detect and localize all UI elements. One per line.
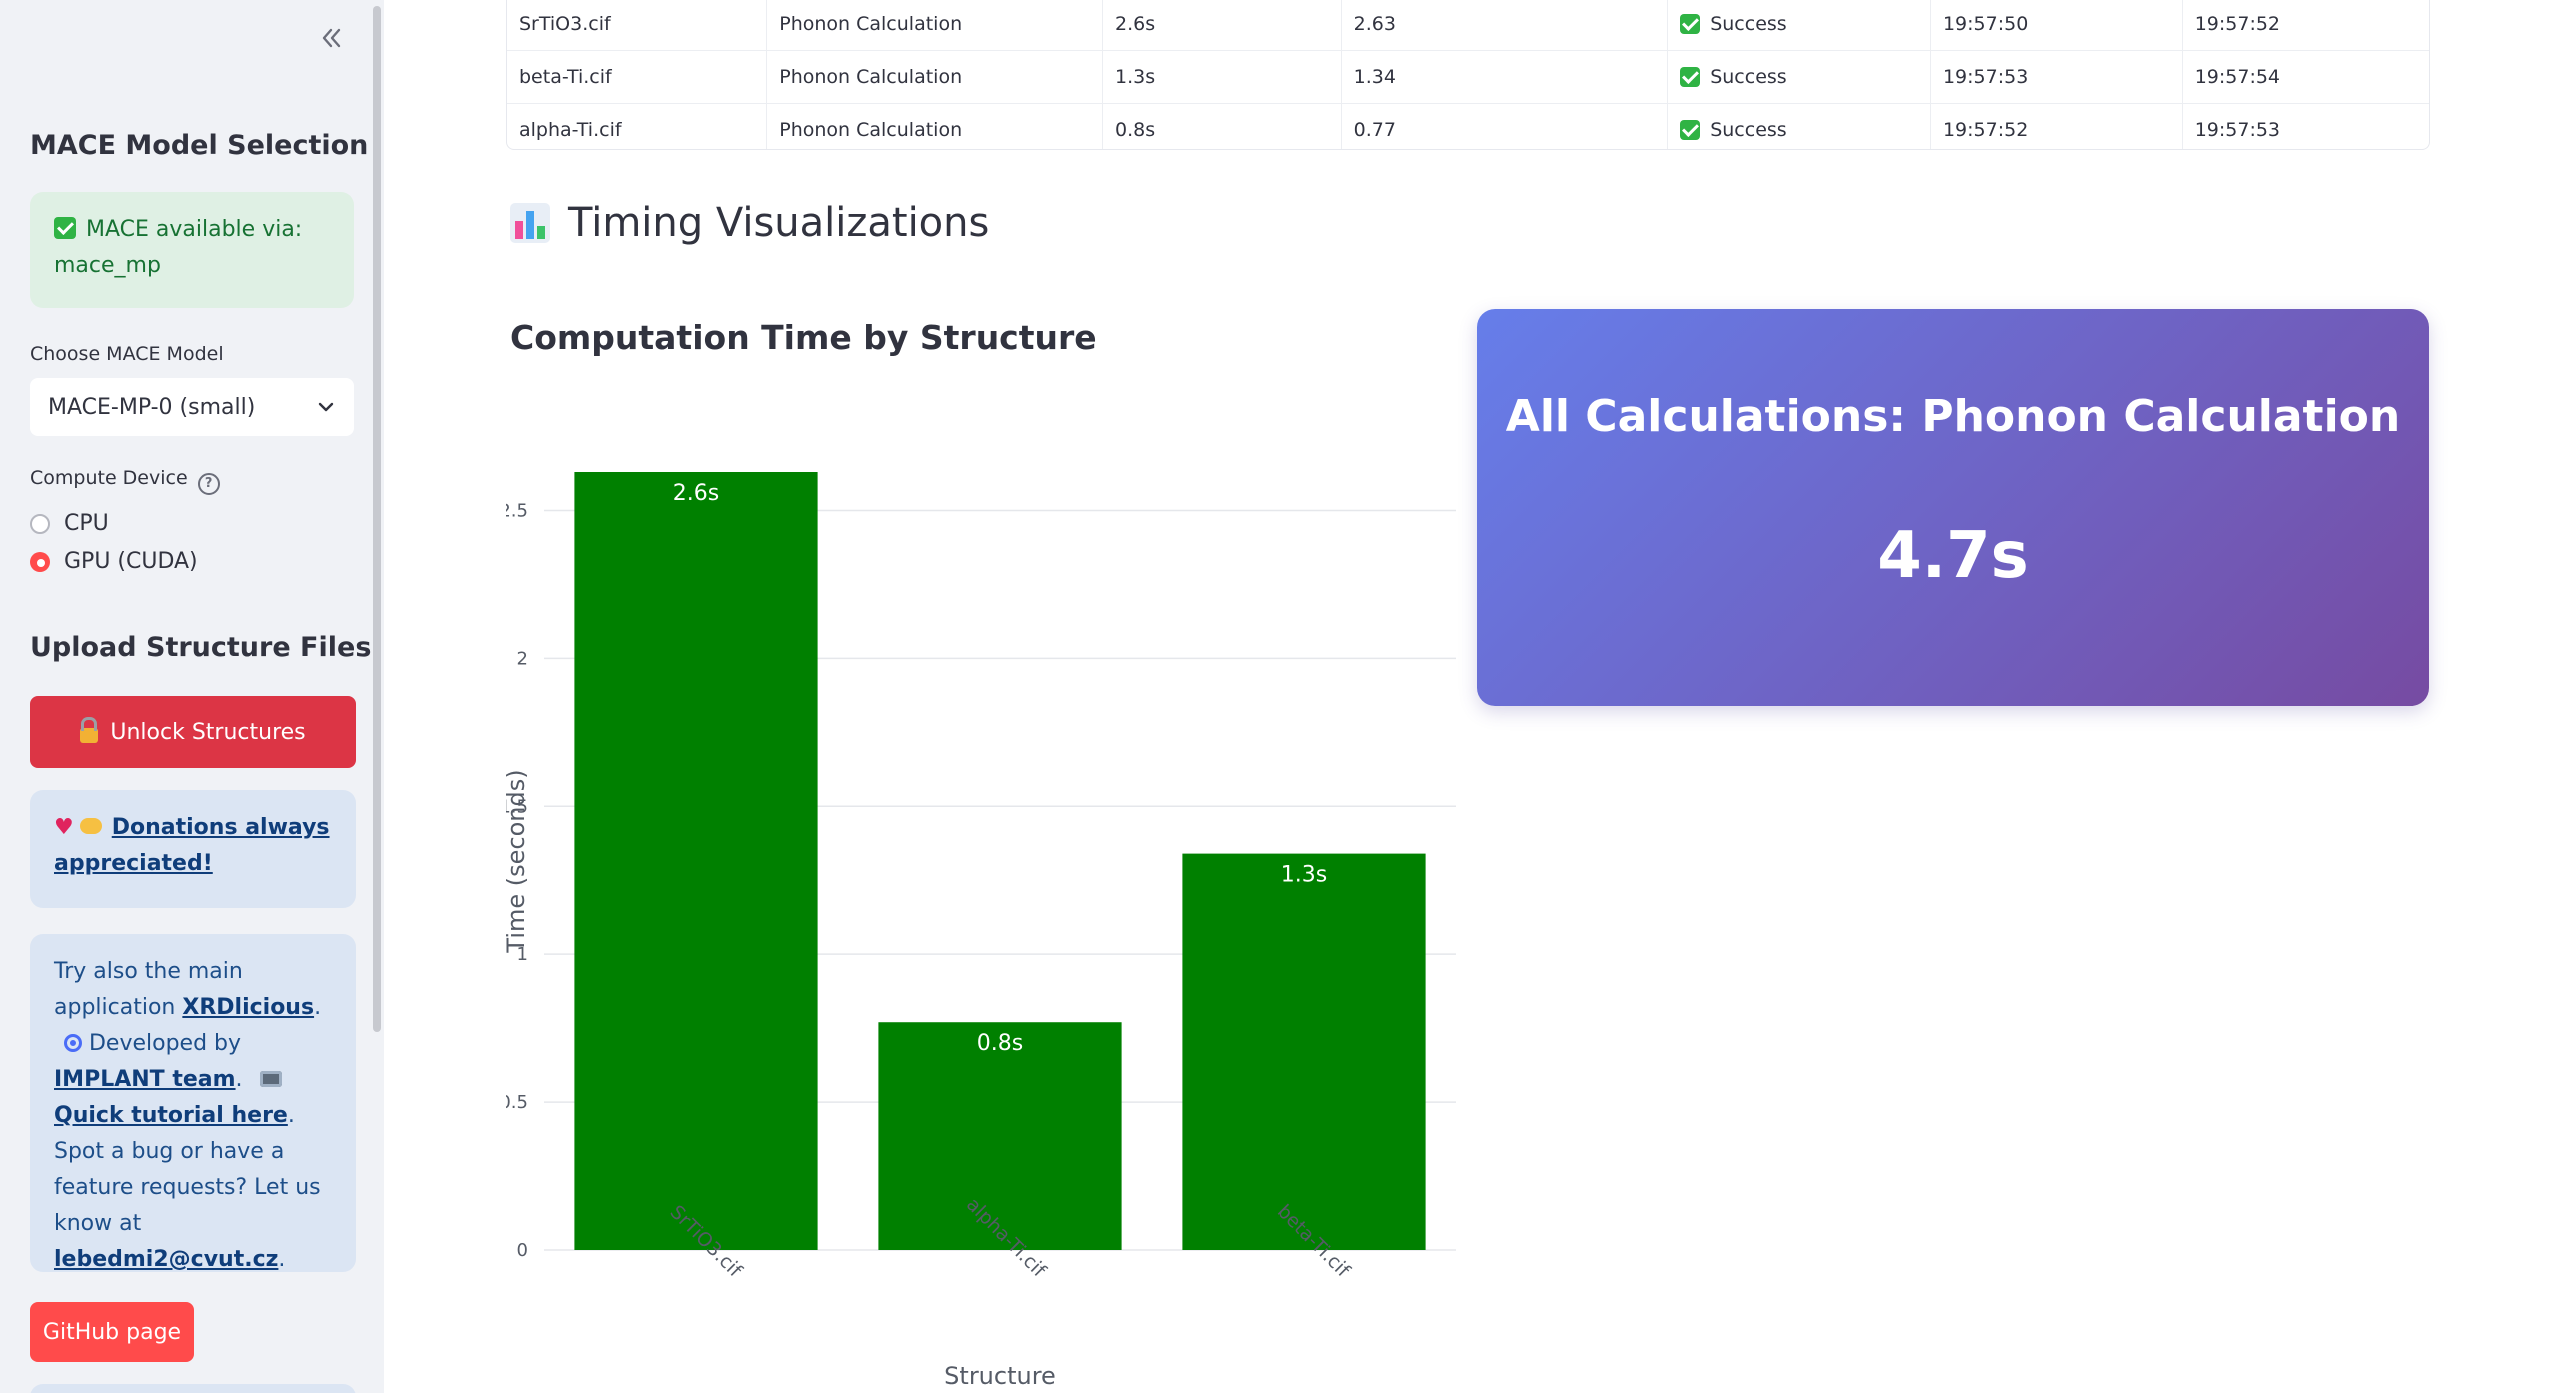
- y-tick-label: 0: [517, 1240, 528, 1261]
- table-cell[interactable]: 19:57:53: [1930, 50, 2183, 104]
- table-cell[interactable]: Success: [1667, 103, 1931, 149]
- model-select-value: MACE-MP-0 (small): [48, 394, 256, 420]
- alert-text-line1: MACE available via:: [86, 217, 303, 242]
- model-selection-heading: MACE Model Selection: [30, 130, 369, 161]
- radio-circle-gpu-selected[interactable]: [30, 551, 50, 572]
- info-text-6: .: [278, 1247, 286, 1272]
- table-row: SrTiO3.cif Phonon Calculation 2.6s 2.63 Succ…: [507, 0, 2429, 51]
- alert-text-line2: mace_mp: [54, 253, 161, 278]
- table-cell[interactable]: 19:57:53: [2182, 104, 2429, 150]
- radio-gpu[interactable]: GPU (CUDA): [30, 549, 198, 574]
- donations-box: ♥ Donations always appreciated!: [30, 790, 356, 908]
- table-cell[interactable]: 19:57:52: [1930, 103, 2183, 149]
- check-icon: [54, 217, 76, 239]
- xrdlicious-link[interactable]: XRDlicious: [182, 995, 314, 1020]
- check-icon: [1680, 14, 1701, 34]
- chart-title: Computation Time by Structure: [510, 318, 1097, 357]
- sidebar: MACE Model Selection MACE available via:…: [0, 0, 384, 1393]
- table-cell[interactable]: SrTiO3.cif: [507, 0, 768, 51]
- results-table-grid: SrTiO3.cif Phonon Calculation 2.6s 2.63 Succ…: [507, 0, 2429, 150]
- y-tick-label: 0.5: [506, 1092, 528, 1113]
- table-cell[interactable]: Success: [1667, 50, 1931, 104]
- table-cell[interactable]: 1.34: [1341, 50, 1669, 104]
- results-table: SrTiO3.cif Phonon Calculation 2.6s 2.63 Succ…: [506, 0, 2430, 150]
- help-icon[interactable]: ?: [197, 473, 220, 495]
- y-tick-label: 2: [517, 648, 528, 669]
- heart-icon: ♥: [54, 815, 74, 840]
- bar-data-label: 1.3s: [1281, 863, 1327, 888]
- timing-visualizations-title: Timing Visualizations: [568, 200, 990, 246]
- status-badge: Success: [1680, 0, 1930, 50]
- summary-card-title: All Calculations: Phonon Calculation: [1505, 391, 2401, 442]
- table-cell[interactable]: 2.63: [1341, 0, 1669, 51]
- radio-circle-cpu[interactable]: [30, 513, 50, 534]
- timing-visualizations-heading: Timing Visualizations: [510, 200, 989, 246]
- unlocked-lock-icon: [80, 716, 99, 743]
- y-axis-title: Time (seconds): [506, 769, 530, 953]
- table-cell[interactable]: alpha-Ti.cif: [507, 103, 768, 149]
- info-text-4: .: [235, 1067, 250, 1092]
- double-chevron-left-icon: [322, 28, 341, 48]
- table-cell[interactable]: 19:57:50: [1930, 0, 2183, 51]
- summary-card: All Calculations: Phonon Calculation 4.7…: [1477, 309, 2429, 706]
- info-text-3: Developed by: [82, 1031, 242, 1056]
- unlock-button-label: Unlock Structures: [110, 719, 306, 745]
- compute-device-label-text: Compute Device: [30, 467, 188, 489]
- tutorial-link[interactable]: Quick tutorial here: [54, 1103, 288, 1128]
- model-select[interactable]: MACE-MP-0 (small): [30, 378, 354, 436]
- compute-device-label: Compute Device?: [30, 467, 220, 495]
- bar: [574, 472, 818, 1250]
- table-row: beta-Ti.cif Phonon Calculation 1.3s 1.34 Suc…: [507, 50, 2429, 104]
- y-tick-label: 2.5: [506, 500, 528, 521]
- table-cell[interactable]: beta-Ti.cif: [507, 50, 768, 104]
- check-icon: [1680, 67, 1701, 87]
- table-cell[interactable]: Phonon Calculation: [766, 0, 1103, 51]
- radio-label-cpu: CPU: [64, 511, 109, 536]
- table-cell[interactable]: Phonon Calculation: [766, 50, 1103, 104]
- email-link[interactable]: lebedmi2@cvut.cz: [54, 1247, 278, 1272]
- table-row: alpha-Ti.cif Phonon Calculation 0.8s 0.77 Su…: [507, 103, 2429, 150]
- status-badge: Success: [1680, 104, 1930, 149]
- bar-chart-icon: [510, 203, 550, 243]
- status-text: Success: [1710, 13, 1787, 35]
- status-text: Success: [1710, 66, 1787, 88]
- github-button[interactable]: GitHub page: [30, 1302, 194, 1362]
- info-box: Try also the main application XRDlicious…: [30, 934, 356, 1272]
- collapse-sidebar-button[interactable]: [313, 20, 349, 56]
- table-cell[interactable]: 2.6s: [1102, 0, 1342, 51]
- summary-card-value: 4.7s: [1877, 519, 2029, 593]
- table-cell[interactable]: Phonon Calculation: [766, 103, 1103, 149]
- tv-icon: [259, 1071, 282, 1087]
- sidebar-next-box: [30, 1384, 356, 1393]
- bar-data-label: 0.8s: [977, 1031, 1023, 1056]
- table-cell[interactable]: 19:57:52: [2182, 0, 2429, 51]
- check-icon: [1680, 120, 1701, 140]
- mace-available-alert: MACE available via: mace_mp: [30, 192, 354, 308]
- upload-heading: Upload Structure Files: [30, 632, 372, 663]
- bar: [1182, 853, 1426, 1250]
- heart-hands-icon: [79, 818, 102, 834]
- table-cell[interactable]: Success: [1667, 0, 1931, 51]
- computation-time-bar-chart: 00.511.522.52.6sSrTiO3.cif0.8salpha-Ti.c…: [506, 472, 1456, 1390]
- status-text: Success: [1710, 119, 1787, 141]
- sidebar-scrollbar[interactable]: [373, 6, 381, 1032]
- table-cell[interactable]: 0.77: [1341, 103, 1669, 149]
- radio-label-gpu: GPU (CUDA): [64, 549, 198, 574]
- x-axis-title: Structure: [944, 1362, 1056, 1390]
- info-text-2: .: [314, 995, 322, 1020]
- status-badge: Success: [1680, 51, 1930, 103]
- table-cell[interactable]: 1.3s: [1102, 50, 1342, 104]
- radio-cpu[interactable]: CPU: [30, 511, 109, 536]
- bar-data-label: 2.6s: [673, 481, 719, 506]
- table-cell[interactable]: 0.8s: [1102, 103, 1342, 149]
- table-cell[interactable]: 19:57:54: [2182, 50, 2429, 104]
- choose-model-label: Choose MACE Model: [30, 343, 224, 365]
- chevron-down-icon: [318, 402, 334, 412]
- spiral-icon: [64, 1034, 82, 1052]
- unlock-structures-button[interactable]: Unlock Structures: [30, 696, 356, 768]
- implant-team-link[interactable]: IMPLANT team: [54, 1067, 236, 1092]
